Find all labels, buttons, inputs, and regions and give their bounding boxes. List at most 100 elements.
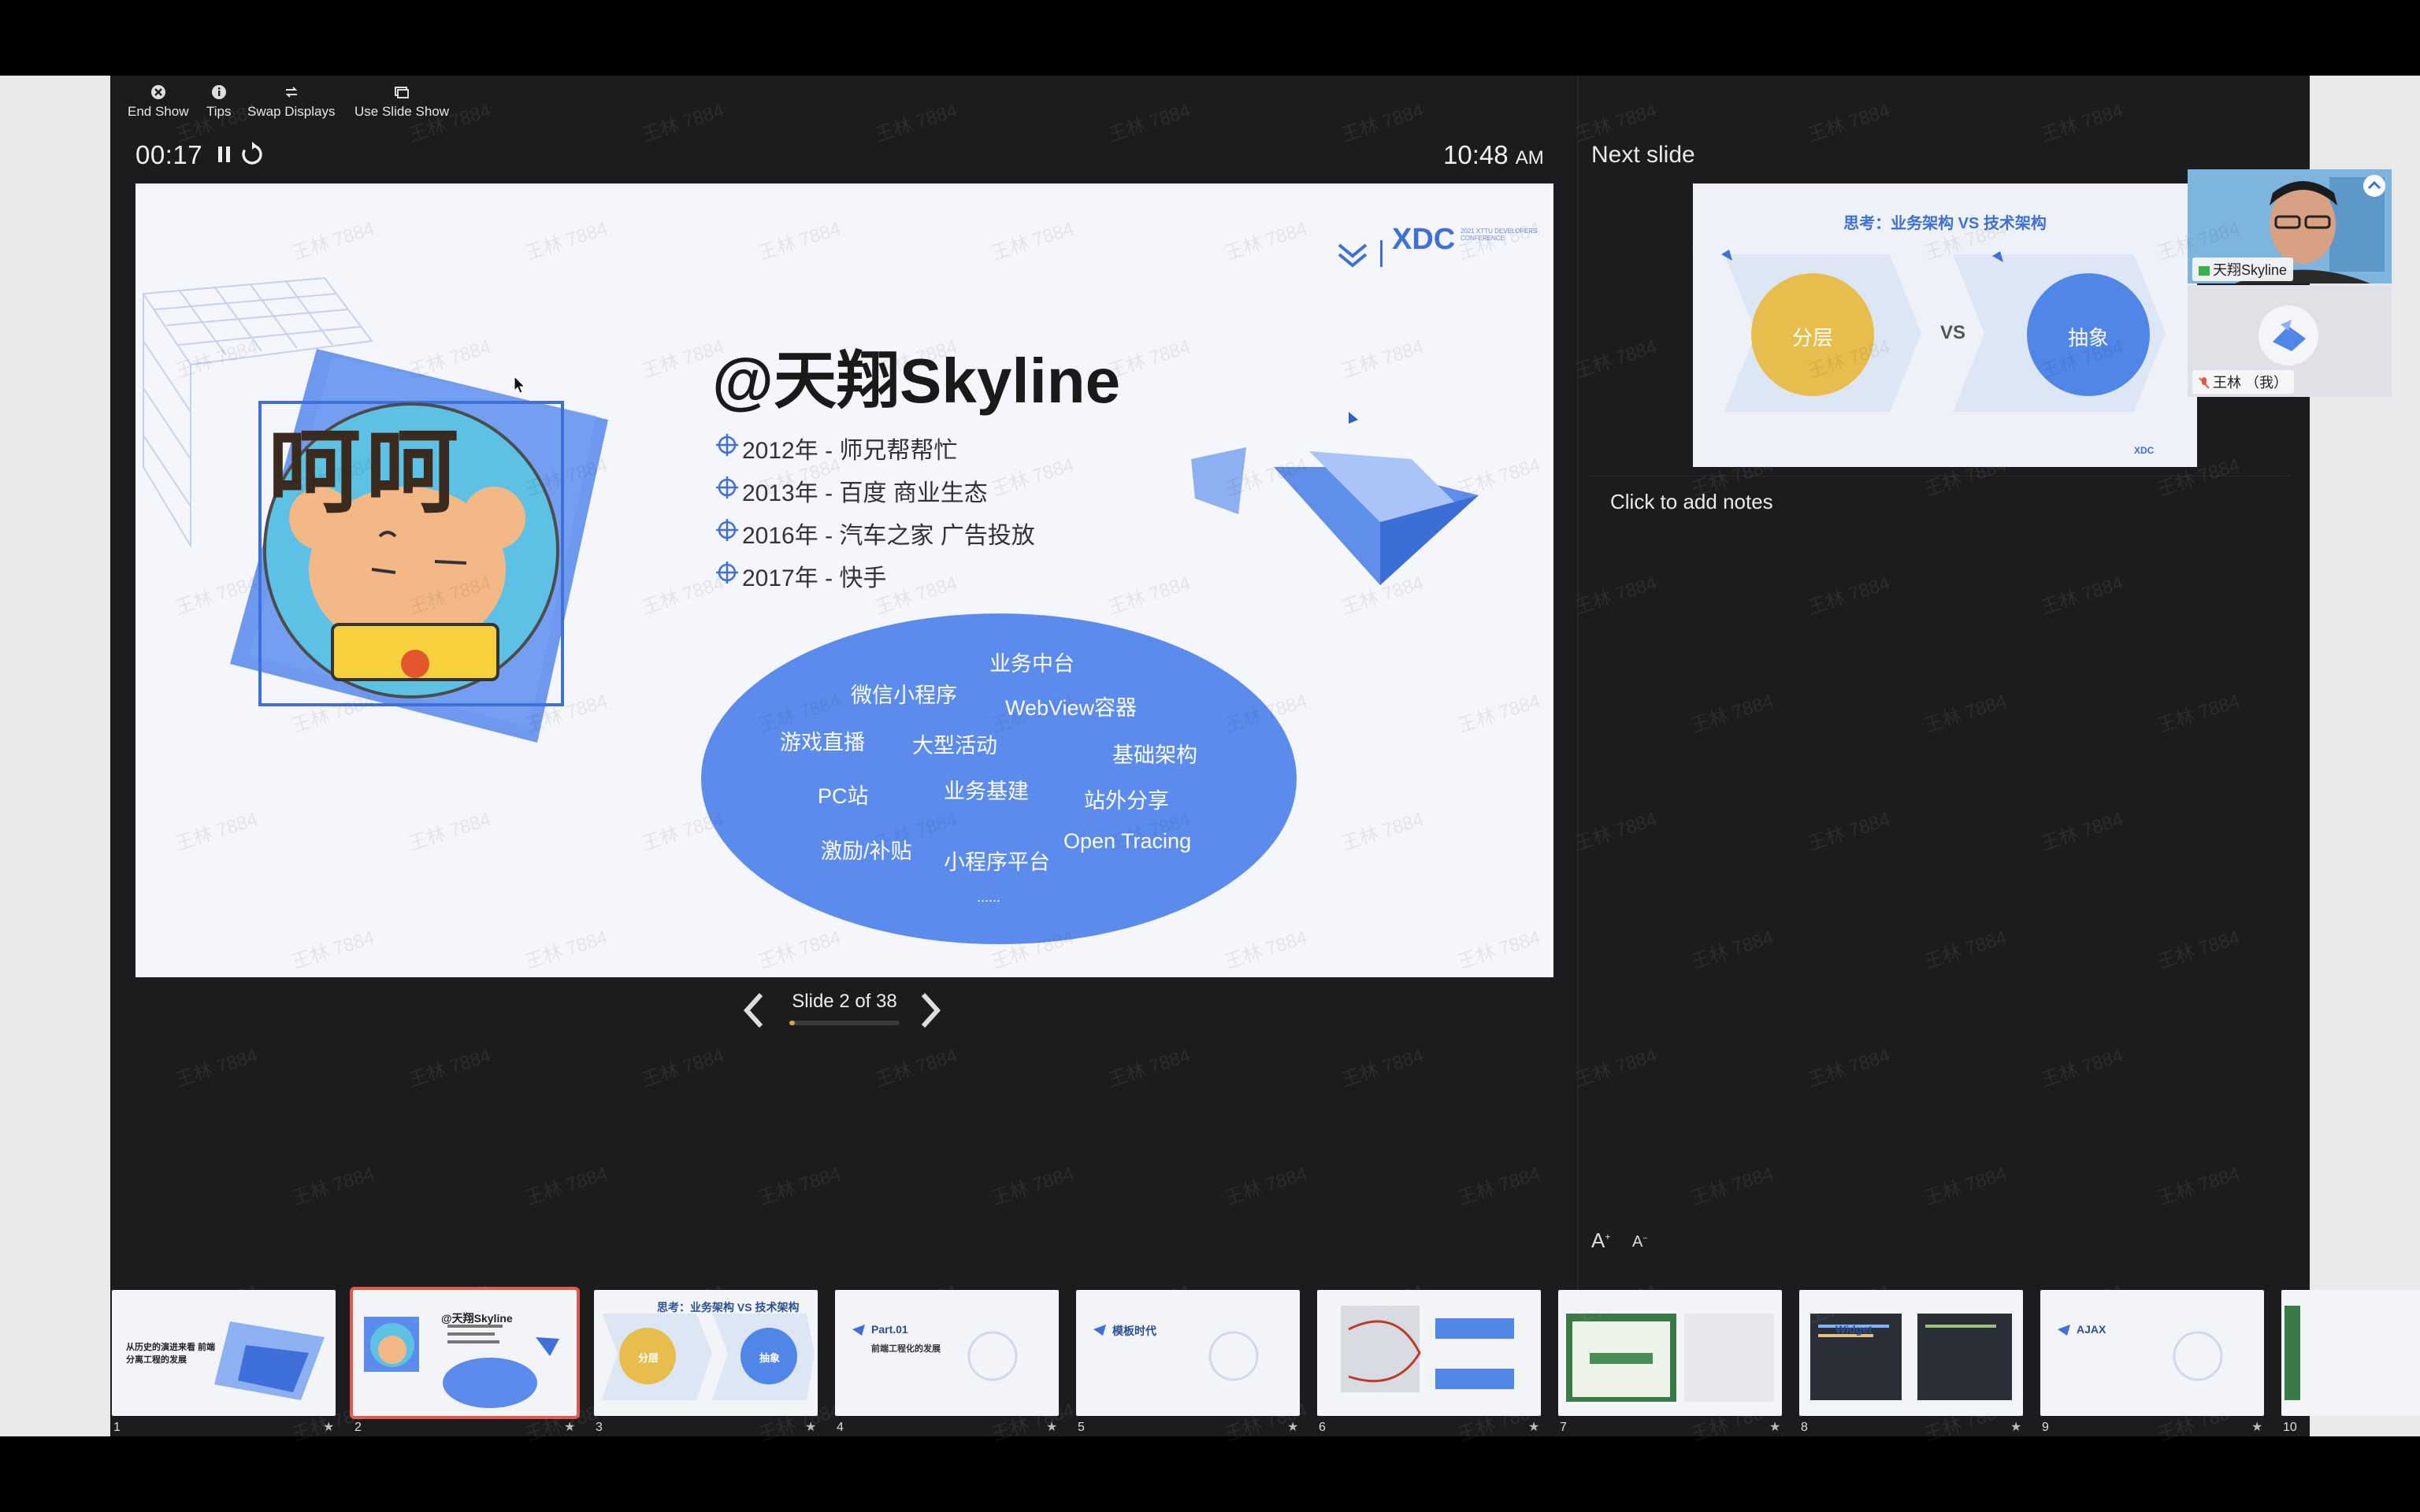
slide-thumbnail[interactable]: Widget [1799, 1290, 2023, 1416]
pause-icon[interactable] [216, 145, 233, 164]
star-icon: ★ [1046, 1421, 1058, 1434]
previous-slide-icon[interactable] [742, 991, 766, 1029]
slide-thumbnail[interactable]: @天翔Skyline [350, 1287, 580, 1419]
thumbnail-number: 8 [1801, 1421, 1808, 1434]
thumbnail-title: @天翔Skyline [441, 1312, 513, 1325]
watermark-text: 王林 7884 [1572, 1044, 1660, 1091]
video-tile[interactable]: 王林 （我） [2188, 285, 2392, 397]
ellipse-word: 业务中台 [989, 652, 1075, 676]
video-tile[interactable]: 天翔Skyline [2188, 169, 2392, 284]
use-slide-show-button[interactable]: Use Slide Show [354, 83, 449, 120]
watermark-text: 王林 7884 [1805, 572, 1893, 619]
current-slide[interactable]: XDC 2021 XTTU DEVELOPERS CONFERENCE 呵呵 @… [135, 183, 1553, 977]
bullet-item: 2012年 - 师兄帮帮忙 [742, 438, 958, 464]
star-icon: ★ [1287, 1421, 1299, 1434]
star-icon: ★ [2010, 1421, 2022, 1434]
thumbnail-title: AJAX [2077, 1323, 2106, 1336]
bullet-item: 2017年 - 快手 [742, 565, 887, 591]
bullet-item: 2013年 - 百度 商业生态 [742, 480, 988, 506]
next-slide-left-circle: 分层 [1791, 326, 1833, 350]
info-icon [211, 85, 226, 99]
watermark-text: 王林 7884 [2038, 572, 2126, 619]
star-icon: ★ [2251, 1421, 2263, 1434]
watermark-text: 王林 7884 [872, 99, 960, 146]
collapse-video-icon[interactable] [2362, 174, 2386, 198]
slide-thumbnail[interactable]: 从历史的演进来看 前端分离工程的发展 [112, 1290, 336, 1416]
watermark-text: 王林 7884 [639, 1044, 727, 1091]
next-slide-footer: XDC [2134, 445, 2155, 456]
next-slide-title: 思考：业务架构 VS 技术架构 [1843, 215, 2047, 232]
slide-thumbnail[interactable] [1558, 1290, 1782, 1416]
decrease-font-button[interactable]: A− [1632, 1233, 1647, 1251]
participant-name: 王林 （我） [2213, 375, 2288, 391]
watermark-text: 王林 7884 [989, 1162, 1077, 1210]
notes-area[interactable]: Click to add notes [1610, 490, 1773, 514]
star-icon: ★ [1528, 1421, 1540, 1434]
slide-thumbnail[interactable]: 思考：业务架构 VS 技术架构 分层 抽象 [594, 1290, 818, 1416]
swap-displays-button[interactable]: Swap Displays [247, 83, 336, 120]
slide-thumbnail[interactable] [2281, 1290, 2420, 1416]
slide-thumbnail[interactable]: Part.01 前端工程化的发展 [835, 1290, 1059, 1416]
watermark-text: 王林 7884 [755, 1162, 844, 1210]
target-icon [716, 519, 738, 541]
slide-thumbnail[interactable]: AJAX [2040, 1290, 2264, 1416]
clock-ampm: AM [1515, 147, 1544, 169]
slide-thumbnail[interactable]: 模板时代 [1076, 1290, 1300, 1416]
next-slide-preview[interactable]: 思考：业务架构 VS 技术架构 分层 VS 抽象 XDC [1693, 183, 2197, 467]
swap-icon [285, 87, 298, 98]
next-slide-icon[interactable] [919, 991, 942, 1029]
watermark-text: 王林 7884 [522, 1162, 611, 1210]
thumbnail-number: 6 [1319, 1421, 1326, 1434]
ellipse-word: 游戏直播 [780, 731, 865, 754]
bullet-item: 2016年 - 汽车之家 广告投放 [742, 523, 1035, 549]
watermark-text: 王林 7884 [289, 1162, 377, 1210]
clock: 10:48 AM [1443, 140, 1544, 170]
watermark-text: 王林 7884 [1105, 1044, 1193, 1091]
thumbnail-circle-label: 抽象 [759, 1352, 781, 1364]
thumbnail-title: Part.01 [871, 1323, 908, 1336]
watermark-text: 王林 7884 [1921, 690, 2010, 737]
ellipse-word: 基础架构 [1112, 743, 1197, 767]
watermark-text: 王林 7884 [1572, 572, 1660, 619]
participant-name: 天翔Skyline [2213, 262, 2288, 278]
use-slide-show-label: Use Slide Show [354, 104, 450, 119]
pane-divider[interactable] [1577, 76, 1579, 1343]
desktop-left-edge [0, 76, 110, 1436]
brand-subtitle: 2021 XTTU DEVELOPERS CONFERENCE [1461, 228, 1538, 242]
watermark-text: 王林 7884 [2038, 99, 2126, 146]
thumbnail-number: 2 [354, 1421, 362, 1434]
thumbnail-number: 1 [113, 1421, 121, 1434]
thumbnail-title: 模板时代 [1112, 1325, 1156, 1337]
mouse-cursor-icon [514, 376, 526, 394]
end-show-button[interactable]: End Show [128, 83, 189, 120]
star-icon: ★ [805, 1421, 817, 1434]
slide-progress-fill [789, 1021, 796, 1025]
elapsed-timer: 00:17 [135, 140, 203, 169]
increase-font-button[interactable]: A+ [1591, 1228, 1610, 1253]
watermark-text: 王林 7884 [639, 99, 727, 146]
close-circle-icon [150, 85, 165, 99]
watermark-text: 王林 7884 [1688, 690, 1776, 737]
watermark-text: 王林 7884 [1572, 99, 1660, 146]
watermark-text: 王林 7884 [872, 1044, 960, 1091]
watermark-text: 王林 7884 [1338, 1044, 1427, 1091]
tips-label: Tips [206, 104, 232, 119]
watermark-text: 王林 7884 [1688, 1162, 1776, 1210]
watermark-text: 王林 7884 [2038, 808, 2126, 855]
slide-thumbnail[interactable] [1317, 1290, 1541, 1416]
watermark-text: 王林 7884 [1921, 926, 2010, 973]
star-icon: ★ [323, 1421, 335, 1434]
watermark-text: 王林 7884 [1805, 99, 1893, 146]
increase-font-label: A [1591, 1228, 1605, 1252]
target-icon [716, 476, 738, 498]
watermark-text: 王林 7884 [1105, 99, 1193, 146]
restart-timer-icon[interactable] [239, 142, 265, 167]
end-show-label: End Show [128, 104, 189, 119]
tips-button[interactable]: Tips [206, 83, 232, 120]
ellipse-word: 小程序平台 [944, 850, 1050, 874]
thumbnail-number: 10 [2283, 1421, 2297, 1434]
star-icon: ★ [564, 1421, 576, 1434]
participant-name-tag: 王林 （我） [2192, 370, 2295, 394]
thumbnail-number: 4 [837, 1421, 844, 1434]
watermark-text: 王林 7884 [1222, 1162, 1310, 1210]
